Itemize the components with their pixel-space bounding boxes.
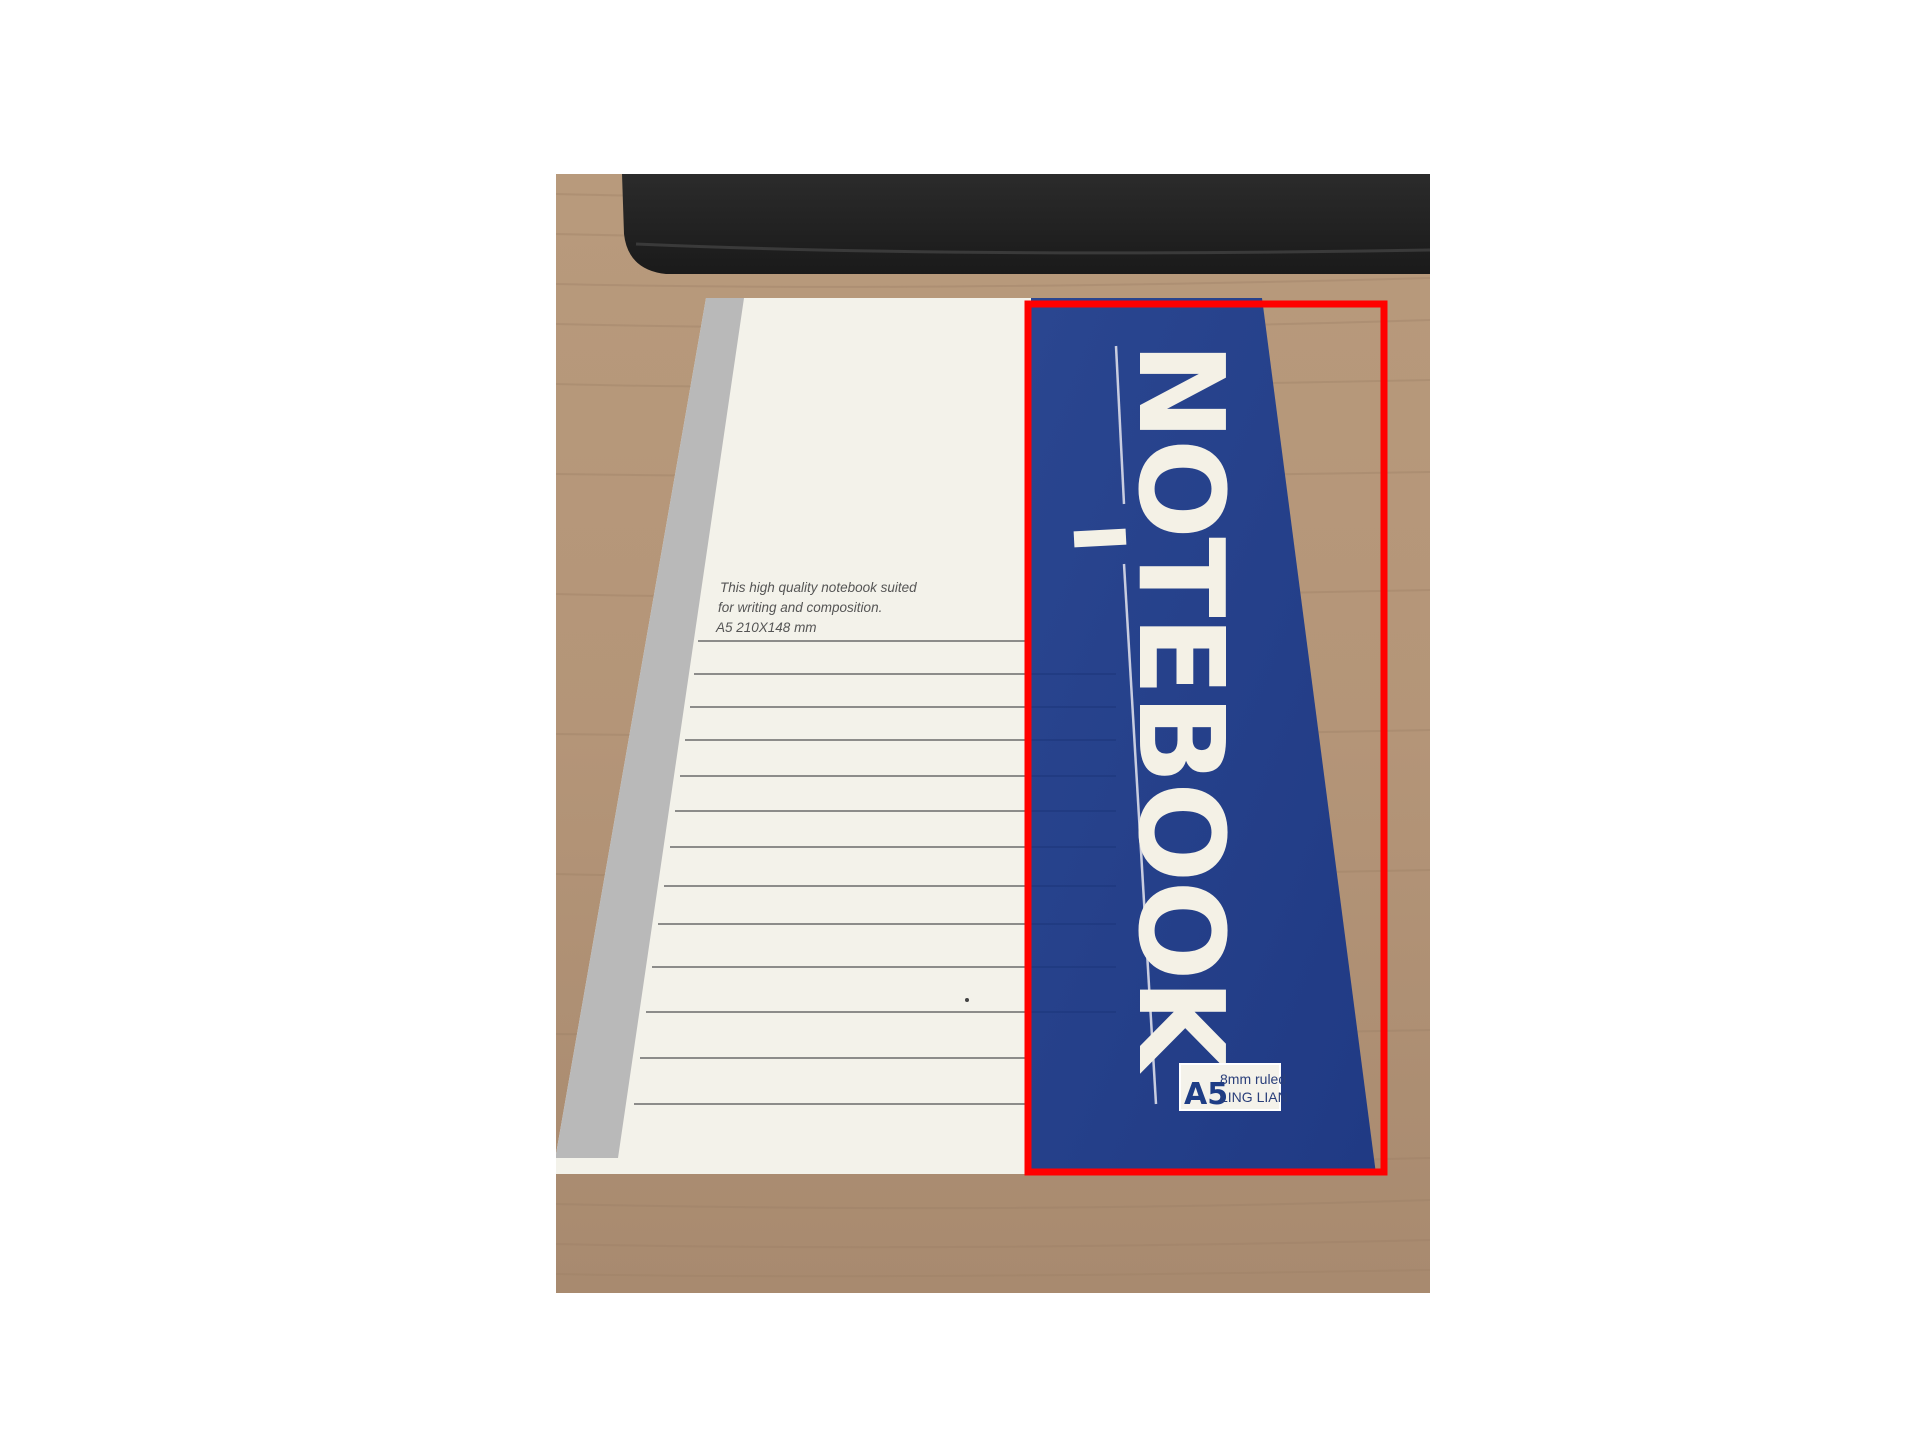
notebook-photo: This high quality notebook suited for wr… xyxy=(556,174,1430,1293)
description-line-1: This high quality notebook suited xyxy=(720,580,917,595)
label-ruling: 8mm ruled xyxy=(1220,1071,1286,1087)
description-line-2: for writing and composition. xyxy=(718,600,882,615)
description-line-3: A5 210X148 mm xyxy=(715,620,817,635)
keyboard xyxy=(622,174,1430,274)
label-brand: LING LIAN xyxy=(1220,1089,1288,1105)
cover-size-label: A5 8mm ruled LING LIAN xyxy=(1179,1063,1288,1112)
notebook-title: NOTEBOOK xyxy=(1112,342,1250,1075)
